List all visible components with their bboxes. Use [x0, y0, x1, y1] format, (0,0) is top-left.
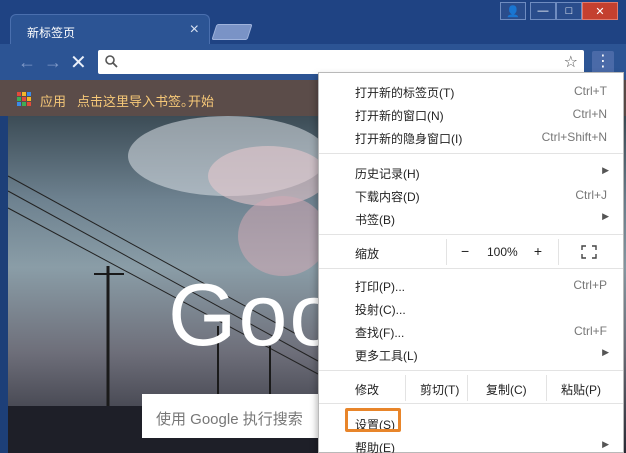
zoom-level: 100%: [487, 245, 518, 259]
menu-item-label: 帮助(E): [355, 441, 395, 453]
menu-item-find[interactable]: 查找(F)... Ctrl+F: [319, 319, 623, 342]
settings-highlight-box: [345, 408, 401, 432]
back-icon[interactable]: ←: [18, 52, 36, 73]
menu-item-label: 下载内容(D): [355, 190, 420, 204]
menu-item-label: 打开新的标签页(T): [355, 86, 455, 100]
zoom-out-button[interactable]: −: [461, 243, 469, 259]
menu-separator: [319, 268, 623, 269]
submenu-arrow-icon: ▶: [602, 347, 609, 357]
menu-item-downloads[interactable]: 下载内容(D) Ctrl+J: [319, 183, 623, 206]
zoom-in-button[interactable]: +: [534, 243, 542, 259]
menu-item-cast[interactable]: 投射(C)...: [319, 296, 623, 319]
menu-item-label: 查找(F)...: [355, 326, 405, 340]
copy-label: 复制(C): [486, 383, 527, 397]
menu-item-incognito[interactable]: 打开新的隐身窗口(I) Ctrl+Shift+N: [319, 125, 623, 148]
paste-label: 粘贴(P): [561, 383, 601, 397]
copy-button[interactable]: 复制(C): [467, 375, 547, 401]
menu-zoom-row: 缩放 − 100% +: [319, 239, 623, 265]
menu-item-history[interactable]: 历史记录(H) ▶: [319, 160, 623, 183]
google-logo: Goo: [168, 265, 341, 364]
bookmark-star-icon[interactable]: ☆: [564, 52, 578, 72]
apps-grid-icon[interactable]: [17, 92, 31, 106]
submenu-arrow-icon: ▶: [602, 439, 609, 449]
cut-button[interactable]: 剪切(T): [405, 375, 467, 401]
forward-icon[interactable]: →: [44, 52, 62, 73]
menu-separator: [319, 370, 623, 371]
menu-separator: [319, 153, 623, 154]
menu-item-label: 投射(C)...: [355, 303, 406, 317]
tab-title: 新标签页: [27, 26, 76, 40]
title-bar: 新标签页 × 👤 — □ ✕: [0, 0, 626, 46]
menu-item-print[interactable]: 打印(P)... Ctrl+P: [319, 273, 623, 296]
cut-label: 剪切(T): [420, 383, 460, 397]
menu-item-label: 打开新的隐身窗口(I): [355, 132, 463, 146]
bookmark-apps[interactable]: 应用: [40, 91, 66, 110]
user-icon[interactable]: 👤: [500, 2, 526, 20]
tab-close-icon[interactable]: ×: [190, 21, 199, 39]
bookmark-import-link[interactable]: 点击这里导入书签。: [77, 91, 194, 110]
menu-item-more-tools[interactable]: 更多工具(L) ▶: [319, 342, 623, 365]
menu-item-shortcut: Ctrl+P: [573, 278, 607, 292]
new-tab-button[interactable]: [211, 24, 253, 40]
menu-item-shortcut: Ctrl+T: [574, 84, 607, 98]
paste-button[interactable]: 粘贴(P): [547, 375, 623, 401]
fullscreen-icon[interactable]: [581, 245, 597, 259]
maximize-button[interactable]: □: [556, 2, 582, 20]
google-search-box[interactable]: 使用 Google 执行搜索: [142, 394, 332, 438]
submenu-arrow-icon: ▶: [602, 165, 609, 175]
menu-item-label: 更多工具(L): [355, 349, 418, 363]
google-search-placeholder: 使用 Google 执行搜索: [156, 411, 303, 428]
menu-item-shortcut: Ctrl+N: [572, 107, 607, 121]
menu-item-bookmarks[interactable]: 书签(B) ▶: [319, 206, 623, 229]
close-window-button[interactable]: ✕: [582, 2, 618, 20]
menu-item-shortcut: Ctrl+J: [575, 188, 607, 202]
menu-separator: [319, 403, 623, 404]
address-bar[interactable]: ☆: [98, 50, 584, 74]
menu-item-new-tab[interactable]: 打开新的标签页(T) Ctrl+T: [319, 79, 623, 102]
bookmark-start-link[interactable]: 开始: [188, 91, 214, 110]
zoom-label: 缩放: [355, 247, 380, 261]
menu-item-label: 打开新的窗口(N): [355, 109, 444, 123]
chrome-main-menu: 打开新的标签页(T) Ctrl+T 打开新的窗口(N) Ctrl+N 打开新的隐…: [318, 72, 624, 453]
zoom-controls: − 100% +: [446, 239, 559, 265]
edit-label: 修改: [355, 383, 380, 397]
menu-item-shortcut: Ctrl+Shift+N: [541, 130, 607, 144]
menu-item-help[interactable]: 帮助(E) ▶: [319, 434, 623, 453]
menu-item-label: 打印(P)...: [355, 280, 405, 294]
menu-item-label: 书签(B): [355, 213, 395, 227]
minimize-button[interactable]: —: [530, 2, 556, 20]
stop-loading-icon[interactable]: ✕: [70, 50, 87, 75]
tab-new-tab[interactable]: 新标签页 ×: [10, 14, 210, 46]
menu-item-new-window[interactable]: 打开新的窗口(N) Ctrl+N: [319, 102, 623, 125]
menu-item-shortcut: Ctrl+F: [574, 324, 607, 338]
search-icon: [105, 55, 118, 68]
menu-separator: [319, 234, 623, 235]
submenu-arrow-icon: ▶: [602, 211, 609, 221]
menu-item-label: 历史记录(H): [355, 167, 420, 181]
menu-edit-row: 修改 剪切(T) 复制(C) 粘贴(P): [319, 375, 623, 401]
